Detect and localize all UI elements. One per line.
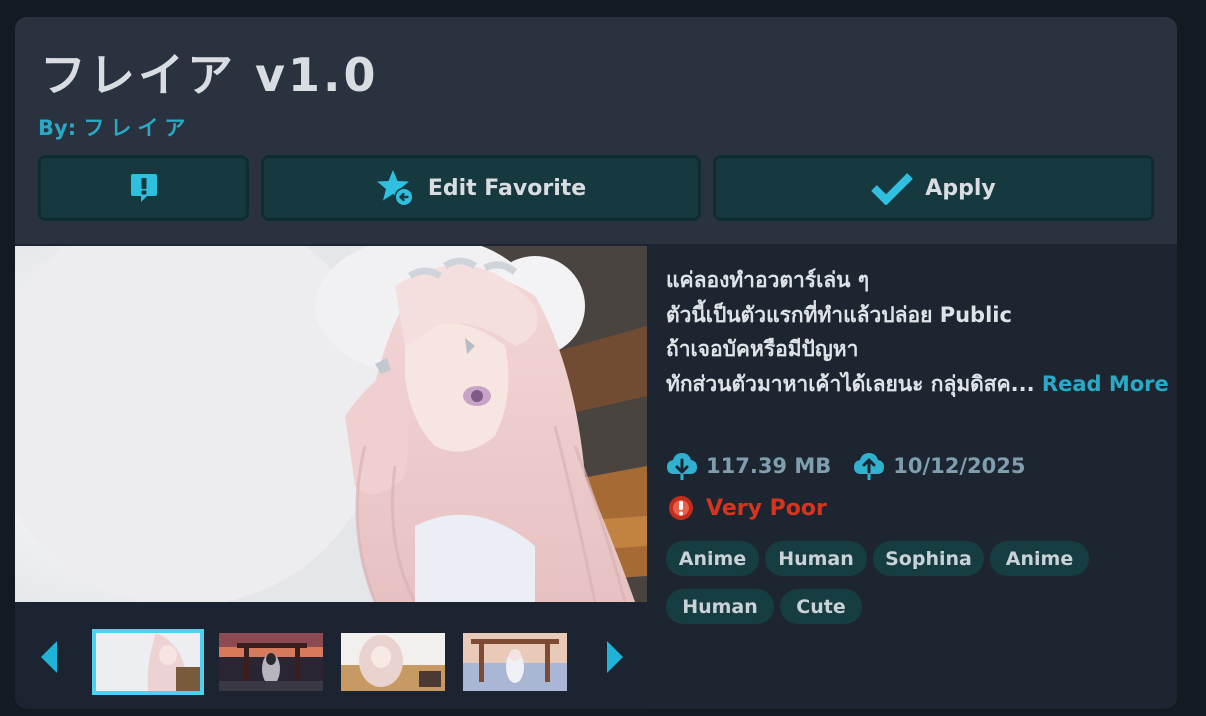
report-exclamation-icon — [129, 171, 159, 205]
avatar-title: フレイア v1.0 — [40, 48, 379, 102]
author-line: By: フレイア — [38, 112, 191, 142]
avatar-preview-image — [15, 246, 647, 602]
next-image-arrow-icon[interactable] — [599, 637, 629, 677]
thumbnail-4[interactable] — [463, 633, 567, 691]
description-line-3: ถ้าเจอบัคหรือมีปัญหา — [666, 337, 859, 361]
star-add-icon — [376, 168, 416, 208]
file-size: 117.39 MB — [706, 454, 832, 478]
thumbnail-strip — [15, 602, 647, 709]
edit-favorite-button[interactable]: Edit Favorite — [261, 155, 701, 221]
description-line-2: ตัวนี้เป็นตัวแรกที่ทำแล้วปล่อย Public — [666, 302, 1012, 327]
avatar-detail-panel: フレイア v1.0 By: フレイア Edit Favorite Apply แ… — [15, 17, 1177, 709]
author-name-link[interactable]: フレイア — [83, 116, 191, 140]
thumbnail-2[interactable] — [219, 633, 323, 691]
previous-image-arrow-icon[interactable] — [35, 637, 65, 677]
tag-chip[interactable]: Sophina — [873, 541, 984, 576]
thumbnail-3[interactable] — [341, 633, 445, 691]
tag-chip[interactable]: Anime — [666, 541, 759, 576]
description-line-1: แค่ลองทำอวตาร์เล่น ๆ — [666, 268, 870, 292]
tag-chip[interactable]: Human — [666, 589, 774, 624]
upload-date: 10/12/2025 — [893, 454, 1026, 478]
file-stats: 117.39 MB 10/12/2025 — [666, 449, 1026, 483]
avatar-header: フレイア v1.0 By: フレイア Edit Favorite Apply — [15, 17, 1177, 244]
upload-cloud-icon — [853, 452, 885, 480]
thumbnail-1[interactable] — [92, 629, 204, 695]
tag-chip[interactable]: Cute — [780, 589, 862, 624]
download-cloud-icon — [666, 452, 698, 480]
performance-rating-text: Very Poor — [706, 495, 827, 521]
description-line-4: ทักส่วนตัวมาหาเค้าได้เลยนะ กลุ่มดิสค... — [666, 371, 1035, 396]
edit-favorite-label: Edit Favorite — [427, 175, 587, 201]
checkmark-icon — [871, 171, 914, 205]
read-more-link[interactable]: Read More — [1042, 372, 1169, 396]
tag-chip[interactable]: Human — [765, 541, 867, 576]
report-button[interactable] — [38, 155, 249, 221]
warning-circle-icon — [668, 495, 694, 521]
avatar-description: แค่ลองทำอวตาร์เล่น ๆ ตัวนี้เป็นตัวแรกที่… — [666, 263, 1169, 401]
performance-rating: Very Poor — [668, 491, 827, 525]
tag-chip[interactable]: Anime — [990, 541, 1089, 576]
author-prefix: By: — [38, 116, 77, 140]
apply-label: Apply — [925, 175, 996, 201]
apply-button[interactable]: Apply — [713, 155, 1154, 221]
